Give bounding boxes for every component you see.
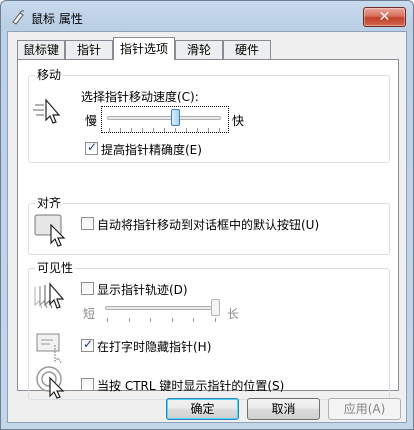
hide-while-typing-label[interactable]: 在打字时隐藏指针(H) <box>97 338 211 355</box>
slider-tick <box>153 128 154 132</box>
slider-tick <box>128 318 130 322</box>
trail-long-label: 长 <box>227 307 240 321</box>
motion-group-label: 移动 <box>35 66 64 83</box>
slider-tick <box>197 128 198 132</box>
window-title: 鼠标 属性 <box>31 12 83 26</box>
speed-slider-thumb[interactable] <box>171 109 180 126</box>
trail-slider-track[interactable] <box>105 306 217 310</box>
slider-tick <box>107 318 108 322</box>
pointer-trails-checkbox[interactable] <box>81 282 94 295</box>
slider-tick <box>109 128 110 132</box>
apply-button[interactable]: 应用(A) <box>328 398 401 420</box>
hide-while-typing-icon <box>36 333 62 363</box>
snap-to-default-icon <box>34 214 66 247</box>
trail-slider-thumb[interactable] <box>211 299 220 316</box>
slider-tick <box>171 318 173 322</box>
slider-tick <box>208 128 209 132</box>
mouse-properties-window: 鼠标 属性 ✕ 鼠标键 指针 指针选项 滑轮 硬件 移动 选择指针移动速度(C)… <box>0 0 414 430</box>
title-bar[interactable]: 鼠标 属性 ✕ <box>1 1 413 31</box>
trail-short-label: 短 <box>83 307 96 321</box>
motion-group: 移动 选择指针移动速度(C): 慢 快 提高指针精确度(E) <box>28 66 390 163</box>
slider-tick <box>120 128 121 132</box>
slider-tick <box>186 128 187 132</box>
slider-tick <box>164 128 165 132</box>
pointer-trails-label[interactable]: 显示指针轨迹(D) <box>97 281 188 298</box>
visibility-group-label: 可见性 <box>35 259 76 276</box>
slider-tick <box>175 128 176 132</box>
ok-button[interactable]: 确定 <box>166 398 239 420</box>
speed-slider-track[interactable] <box>107 116 221 120</box>
slider-tick <box>142 128 143 132</box>
snap-to-default-checkbox[interactable] <box>81 217 94 230</box>
tab-hardware[interactable]: 硬件 <box>223 40 271 59</box>
pointer-trails-icon <box>34 282 65 309</box>
pointer-speed-icon <box>33 98 61 124</box>
show-location-ctrl-label[interactable]: 当按 CTRL 键时显示指针的位置(S) <box>97 377 284 394</box>
slider-tick <box>219 128 220 132</box>
tab-pointer-options[interactable]: 指针选项 <box>113 37 175 60</box>
show-location-ctrl-checkbox[interactable] <box>81 378 94 391</box>
slider-tick <box>215 318 216 322</box>
visibility-group: 可见性 显示指针轨迹(D) 短 长 ✓ 在打字时隐藏指针(H) 当按 CTRL … <box>28 259 390 400</box>
mouse-icon <box>12 10 25 25</box>
slider-tick <box>150 318 152 322</box>
hide-while-typing-checkbox[interactable] <box>81 337 94 352</box>
tab-wheel[interactable]: 滑轮 <box>175 40 223 59</box>
dialog-body: 鼠标键 指针 指针选项 滑轮 硬件 移动 选择指针移动速度(C): 慢 快 ✓ … <box>7 31 407 423</box>
cancel-button[interactable]: 取消 <box>247 398 320 420</box>
close-button[interactable]: ✕ <box>363 7 406 27</box>
slider-tick <box>193 318 195 322</box>
speed-fast-label: 快 <box>232 114 245 128</box>
pointer-options-panel: 移动 选择指针移动速度(C): 慢 快 提高指针精确度(E) <box>17 59 399 400</box>
snap-to-group: 对齐 自动将指针移动到对话框中的默认按钮(U) <box>28 194 390 255</box>
tab-buttons[interactable]: 鼠标键 <box>17 40 65 59</box>
speed-slow-label: 慢 <box>85 114 98 128</box>
speed-label: 选择指针移动速度(C): <box>81 90 199 104</box>
tab-pointers[interactable]: 指针 <box>65 40 113 59</box>
enhance-precision-checkbox[interactable] <box>85 140 98 155</box>
snap-to-group-label: 对齐 <box>35 194 64 211</box>
snap-to-default-label[interactable]: 自动将指针移动到对话框中的默认按钮(U) <box>97 216 319 233</box>
show-location-ctrl-icon <box>36 366 65 399</box>
enhance-precision-label[interactable]: 提高指针精确度(E) <box>101 141 202 158</box>
slider-tick <box>131 128 132 132</box>
